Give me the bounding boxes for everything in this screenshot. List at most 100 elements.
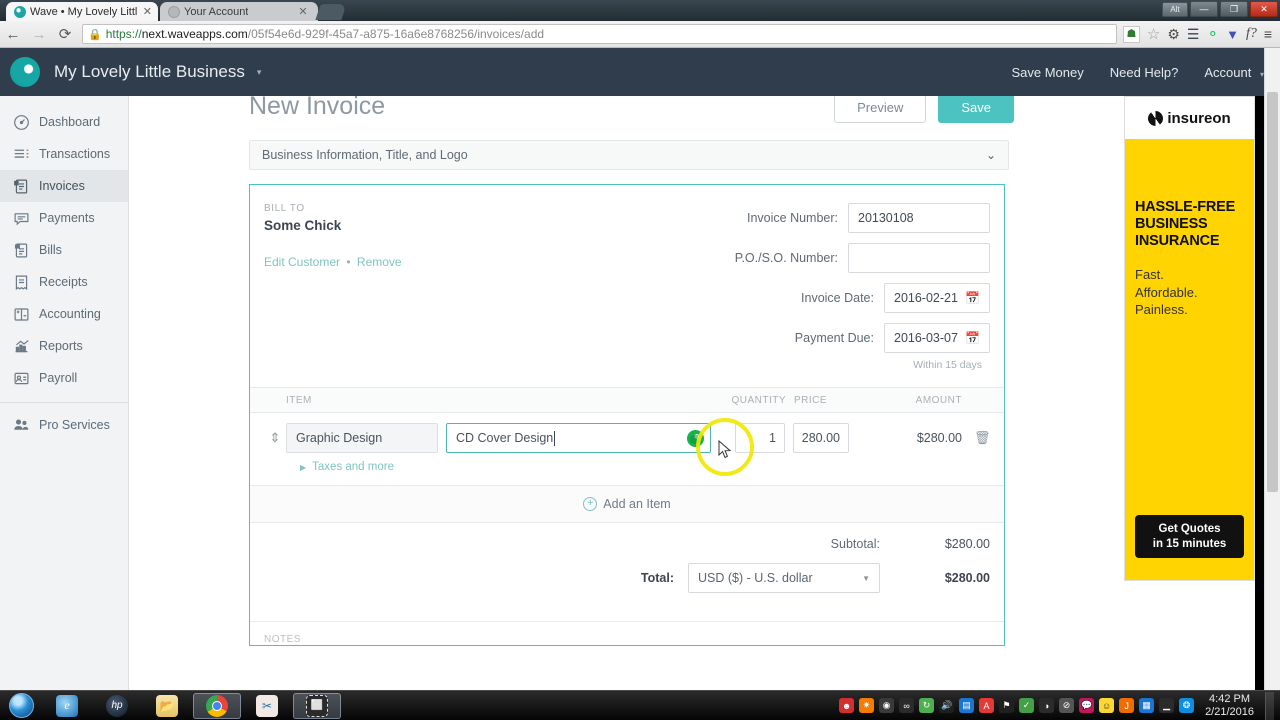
taskbar-clock[interactable]: 4:42 PM 2/21/2016 [1205, 693, 1254, 719]
java-icon[interactable]: J [1119, 698, 1135, 713]
chat-icon[interactable]: 💬 [1079, 698, 1095, 713]
invoice-number-row: Invoice Number: 20130108 [642, 203, 990, 233]
dropbox-icon[interactable]: ❂ [1179, 698, 1195, 713]
maximize-button[interactable]: ❐ [1220, 1, 1248, 17]
sidebar-item-bills[interactable]: Bills [0, 234, 128, 266]
sidebar-item-accounting[interactable]: Accounting [0, 298, 128, 330]
invoice-date-label: Invoice Date: [801, 291, 874, 305]
wireless-icon[interactable]: ◑ [1039, 698, 1055, 713]
reload-icon[interactable]: ⟳ [52, 21, 78, 47]
save-money-link[interactable]: Save Money [1011, 65, 1083, 80]
camera-icon[interactable]: ◉ [879, 698, 895, 713]
layers-icon[interactable]: ☰ [1187, 27, 1200, 41]
sidebar-item-label: Invoices [39, 179, 85, 193]
close-button[interactable]: ✕ [1250, 1, 1278, 17]
taskbar-item-screen-capture[interactable]: ⬜ [293, 692, 341, 719]
calendar-icon[interactable]: 📅 [965, 331, 980, 345]
block-icon[interactable]: ⊘ [1059, 698, 1075, 713]
sidebar-item-payroll[interactable]: Payroll [0, 362, 128, 394]
page-title: New Invoice [249, 96, 386, 120]
chevron-down-icon[interactable]: ▾ [257, 67, 262, 78]
security-check-icon[interactable]: ✓ [1019, 698, 1035, 713]
sidebar-item-dashboard[interactable]: Dashboard [0, 106, 128, 138]
calendar-icon[interactable]: 📅 [965, 291, 980, 305]
sidebar-item-receipts[interactable]: Receipts [0, 266, 128, 298]
drag-handle-icon[interactable]: ⇕ [264, 430, 286, 446]
edit-customer-link[interactable]: Edit Customer [264, 255, 340, 269]
reports-icon [13, 338, 30, 355]
forward-icon[interactable]: → [26, 21, 52, 47]
business-info-section-header[interactable]: Business Information, Title, and Logo ⌄ [249, 140, 1009, 170]
link-icon[interactable]: ∞ [899, 698, 915, 713]
show-desktop-button[interactable] [1265, 691, 1274, 720]
taskbar-item-file-explorer[interactable]: 📂 [143, 693, 191, 719]
payment-due-row: Payment Due: 2016-03-07 📅 [642, 323, 990, 353]
sidebar-item-reports[interactable]: Reports [0, 330, 128, 362]
volume-icon[interactable]: 🔊 [939, 698, 955, 713]
account-menu[interactable]: Account ▾ [1204, 65, 1264, 80]
po-so-number-input[interactable] [848, 243, 990, 273]
page-scrollbar[interactable] [1264, 48, 1280, 690]
line-item-name-input[interactable]: Graphic Design [286, 423, 438, 453]
minimize-button[interactable]: — [1190, 1, 1218, 17]
signal-icon[interactable]: ▁ [1159, 698, 1175, 713]
close-icon[interactable]: ✕ [143, 5, 152, 18]
fontface-icon[interactable]: f? [1246, 27, 1257, 41]
payment-due-input[interactable]: 2016-03-07 📅 [884, 323, 990, 353]
sidebar-item-transactions[interactable]: Transactions [0, 138, 128, 170]
grammarly-icon[interactable]: ⚬ [1206, 27, 1219, 42]
save-button[interactable]: Save [938, 96, 1014, 123]
scrollbar-thumb[interactable] [1267, 92, 1278, 492]
alt-button[interactable]: Alt [1162, 1, 1188, 17]
start-button[interactable] [0, 692, 42, 720]
plus-circle-icon: + [583, 497, 598, 511]
browser-tab-wave[interactable]: Wave • My Lovely Little Bu ✕ [6, 2, 158, 21]
gear-icon[interactable]: ⚙ [1167, 27, 1180, 41]
sidebar-item-invoices[interactable]: Invoices [0, 170, 128, 202]
taxes-and-more-toggle[interactable]: ▶ Taxes and more [250, 453, 1004, 485]
shield-extension-icon[interactable]: ☗ [1122, 25, 1140, 43]
clock-date: 2/21/2016 [1205, 705, 1254, 718]
line-items-header: ITEM QUANTITY PRICE AMOUNT [250, 387, 1004, 413]
red-app-icon[interactable]: ☻ [839, 698, 855, 713]
browser-titlebar: Wave • My Lovely Little Bu ✕ Your Accoun… [0, 0, 1280, 21]
chevron-down-icon[interactable]: ⌄ [986, 148, 996, 162]
adobe-reader-icon[interactable]: A [979, 698, 995, 713]
green-sync-icon[interactable]: ↻ [919, 698, 935, 713]
taskbar-item-snipping-tool[interactable]: ✂ [243, 693, 291, 719]
bookmark-star-icon[interactable]: ☆ [1147, 27, 1160, 42]
need-help-link[interactable]: Need Help? [1110, 65, 1179, 80]
flag-icon[interactable]: ⚑ [999, 698, 1015, 713]
ad-cta-button[interactable]: Get Quotes in 15 minutes [1135, 515, 1244, 558]
smiley-icon[interactable]: ☺ [1099, 698, 1115, 713]
chrome-menu-icon[interactable]: ≡ [1264, 27, 1272, 41]
invoice-date-row: Invoice Date: 2016-02-21 📅 [642, 283, 990, 313]
add-item-button[interactable]: + Add an Item [250, 485, 1004, 523]
remove-customer-link[interactable]: Remove [357, 255, 402, 269]
insureon-ad[interactable]: insureon HASSLE-FREE BUSINESS INSURANCE … [1124, 96, 1255, 581]
orange-star-icon[interactable]: ✷ [859, 698, 875, 713]
taskbar-item-google-chrome[interactable] [193, 692, 241, 719]
honey-icon[interactable]: ▼ [1226, 28, 1239, 41]
line-item-description-input[interactable]: CD Cover Design [446, 423, 711, 453]
taskbar-item-internet-explorer[interactable]: e [43, 693, 91, 719]
close-icon[interactable]: ✕ [298, 5, 307, 18]
table-row: ⇕ Graphic Design CD Cover Design 1 280.0… [250, 413, 1004, 453]
sidebar-item-payments[interactable]: Payments [0, 202, 128, 234]
address-bar[interactable]: 🔒 https://next.waveapps.com/05f54e6d-929… [82, 24, 1117, 44]
line-item-price-input[interactable]: 280.00 [793, 423, 849, 453]
total-label: Total: [640, 571, 674, 585]
sidebar-item-pro-services[interactable]: Pro Services [0, 409, 128, 441]
new-tab-button[interactable] [315, 4, 347, 20]
invoice-number-input[interactable]: 20130108 [848, 203, 990, 233]
currency-select[interactable]: USD ($) - U.S. dollar ▼ [688, 563, 880, 593]
browser-tab-title: Your Account [184, 5, 249, 18]
taskbar-item-hp[interactable]: hp [93, 693, 141, 719]
browser-tab-your-account[interactable]: Your Account ✕ [160, 2, 318, 21]
preview-button[interactable]: Preview [834, 96, 927, 123]
back-icon[interactable]: ← [0, 21, 26, 47]
invoice-date-input[interactable]: 2016-02-21 📅 [884, 283, 990, 313]
blue-card-icon[interactable]: ▤ [959, 698, 975, 713]
delete-row-icon[interactable]: 🗑 [974, 430, 991, 446]
windows-icon[interactable]: ▦ [1139, 698, 1155, 713]
